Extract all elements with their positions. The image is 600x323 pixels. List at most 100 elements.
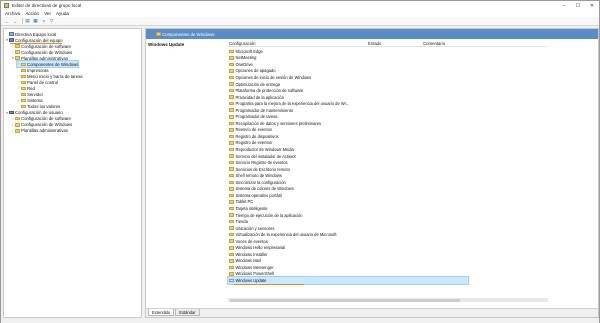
list-item-label: Servicio del instalador de ActiveX	[235, 153, 297, 159]
folder-icon	[21, 74, 26, 79]
folder-icon	[229, 115, 234, 119]
horizontal-scrollbar[interactable]	[228, 298, 548, 302]
list-item[interactable]: Tarjeta inteligente	[228, 205, 378, 212]
minimize-button[interactable]: –	[557, 1, 571, 10]
folder-icon	[229, 95, 234, 99]
menu-bar: Archivo Acción Ver Ayuda	[1, 10, 599, 17]
folder-icon	[21, 80, 26, 85]
show-hide-tree-icon[interactable]: ▤	[25, 18, 31, 24]
list-item[interactable]: Voces de eventos	[228, 238, 378, 245]
folder-icon	[229, 134, 234, 139]
folder-icon	[15, 56, 20, 60]
menu-ayuda[interactable]: Ayuda	[56, 11, 69, 16]
tree-item-label: Servidor	[27, 92, 44, 97]
scrollbar-thumb[interactable]	[230, 298, 460, 302]
list-item-label: Windows Update	[235, 278, 267, 284]
menu-archivo[interactable]: Archivo	[5, 11, 20, 16]
computer-icon	[9, 110, 14, 115]
settings-list: Configuración Estado Comentario Microsof…	[227, 40, 548, 306]
list-item[interactable]: Windows PowerShell	[228, 271, 378, 278]
list-item-label: Sistema operativo portátil	[235, 192, 282, 198]
list-item-label: Tiempo de ejecución de la aplicación	[235, 212, 303, 218]
folder-icon	[15, 129, 20, 133]
properties-icon[interactable]: ▦	[33, 18, 39, 24]
folder-icon	[15, 50, 20, 54]
app-icon	[4, 3, 9, 8]
tree-item-label: Configuración de usuario	[15, 110, 63, 116]
maximize-button[interactable]: ☐	[571, 1, 585, 10]
folder-icon	[21, 62, 26, 66]
folder-icon	[229, 56, 234, 60]
folder-icon	[229, 62, 234, 67]
tree-item-label: Red	[27, 85, 35, 91]
tree-item-label: Menú Inicio y barra de tareas	[27, 73, 83, 79]
list-item-label: OneDrive	[235, 61, 253, 67]
tree-item-label: Configuración de Windows	[21, 49, 73, 55]
list-item[interactable]: Shell remoto de Windows	[228, 172, 378, 179]
folder-icon	[229, 246, 234, 250]
tree-item-label: Configuración del equipo	[15, 37, 63, 43]
tree-item-label: Plantillas administrativas	[21, 55, 69, 61]
list-item-label: Windows Installer	[235, 251, 268, 257]
tree-item-label: Componentes de Windows	[27, 61, 79, 67]
tab-estandar[interactable]: Estándar	[175, 309, 200, 316]
list-item-label: Programador de tareas	[235, 114, 278, 120]
list-item[interactable]: Opciones de inicio de sesión de Windows	[228, 74, 378, 81]
list-item-label: Plataforma de protección de software	[235, 88, 304, 94]
folder-icon	[229, 206, 234, 211]
folder-icon	[229, 259, 234, 263]
list-item[interactable]: Programador de mantenimiento	[228, 107, 378, 114]
tree-item-label: Configuración de Windows	[21, 122, 73, 128]
folder-icon	[229, 69, 234, 73]
list-item-label: Optimización de entrega	[235, 81, 280, 87]
folder-icon	[15, 44, 20, 48]
back-icon[interactable]: ←	[4, 18, 10, 24]
list-item-label: Programador de mantenimiento	[235, 107, 294, 113]
column-header-configuracion[interactable]: Configuración	[229, 41, 256, 46]
list-item-label: Windows Messenger	[235, 264, 274, 270]
list-item-label: Tarjeta inteligente	[235, 205, 268, 211]
help-icon[interactable]: ?	[41, 18, 47, 24]
list-item[interactable]: Registro de eventos	[228, 140, 378, 147]
folder-icon	[229, 147, 234, 152]
folder-icon	[229, 75, 234, 80]
details-header: Componentes de Windows	[146, 29, 598, 39]
list-item-label: Recopilación de datos y versiones prelim…	[235, 120, 322, 126]
list-item-label: Reenvío de eventos	[235, 127, 272, 133]
folder-icon	[21, 86, 26, 91]
tree-item[interactable]: › Plantillas administrativas	[11, 128, 68, 134]
folder-icon	[229, 121, 234, 126]
folder-icon	[229, 180, 234, 185]
menu-ver[interactable]: Ver	[44, 11, 51, 16]
filter-icon[interactable]: ▽	[49, 18, 55, 24]
list-item-label: Registro de dispositivos	[235, 133, 279, 139]
list-item-label: NetMeeting	[235, 55, 257, 61]
folder-icon	[229, 252, 234, 257]
forward-icon[interactable]: →	[12, 18, 18, 24]
column-header-row: Configuración Estado Comentario	[228, 40, 548, 47]
close-button[interactable]: ✕	[585, 1, 599, 10]
setting-icon	[229, 278, 234, 283]
tab-extendido[interactable]: Extendido	[148, 309, 175, 316]
list-item-label: Voces de eventos	[235, 238, 268, 244]
computer-icon	[9, 38, 14, 42]
folder-icon	[229, 193, 234, 198]
folder-icon	[229, 187, 234, 191]
folder-icon	[229, 88, 234, 93]
folder-icon	[229, 101, 234, 106]
window-controls: – ☐ ✕	[557, 1, 599, 10]
list-item-label: Windows Mail	[235, 258, 261, 264]
folder-icon	[21, 98, 26, 103]
folder-icon	[229, 167, 234, 171]
tree-item-label: Sistema	[27, 98, 43, 104]
list-item-label: Tablet PC	[235, 199, 254, 205]
column-header-estado[interactable]: Estado	[368, 41, 381, 46]
tree-item-label: Configuración de software	[21, 43, 71, 49]
column-header-comentario[interactable]: Comentario	[423, 41, 445, 46]
description-title: Windows Update	[148, 42, 185, 47]
menu-accion[interactable]: Acción	[25, 11, 39, 16]
tree-item-label: Panel de control	[27, 79, 59, 85]
list-item-label: Programa para la mejora de la experienci…	[235, 101, 350, 107]
tree-item-label: Directiva Equipo local	[15, 31, 57, 37]
list-item-label: Servicios de Escritorio remoto	[235, 166, 290, 172]
